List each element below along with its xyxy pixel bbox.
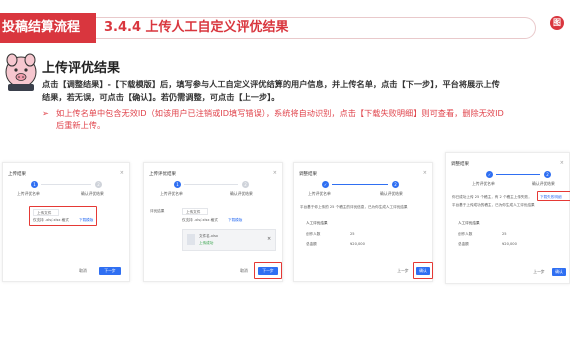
step-connector (496, 174, 540, 175)
step-2-label: 确认评优结果 (81, 191, 104, 196)
confirm-dialog: 调整结果 × ✓ 2 上传评优名单 确认评优结果 平台基于你上传的 25 个稿主… (293, 162, 433, 282)
row-value-count: 25 (502, 232, 507, 236)
step-1-label: 上传评优名单 (472, 181, 495, 186)
row-value-amount: ¥20,000 (502, 242, 517, 246)
confirm-button[interactable]: 确认 (552, 268, 566, 276)
upload-dialog-step1-uploaded: 上传评优结果 × 1 2 上传评优名单 确认评优结果 评优结果 上传文件 仅支持… (143, 162, 283, 282)
prev-button[interactable]: 上一步 (530, 268, 548, 276)
row-label-amount: 总金额 (458, 242, 469, 246)
confirm-dialog-with-failures: 调整结果 × ✓ 2 上传评优名单 确认评优结果 你已成功上传 25 个稿主，有… (445, 152, 570, 284)
step-connector (184, 184, 238, 185)
step-2-label: 确认评优结果 (532, 181, 555, 186)
step-2-dot: 2 (242, 181, 249, 188)
format-hint: 仅支持 .xls/.xlsx 格式 (182, 218, 218, 222)
summary-text: 平台基于你上传的 25 个稿主的评优信息，已为你生成人工评优结果 (300, 205, 408, 209)
section-label: 投稿结算流程 (0, 13, 96, 43)
stepper: 1 2 上传评优名单 确认评优结果 (3, 181, 129, 199)
highlight-box (29, 206, 97, 226)
cancel-button[interactable]: 取消 (236, 267, 252, 275)
instruction-line-2: 结果，若无误，可点击【确认】。若仍需调整，可点击【上一步】。 (42, 92, 280, 102)
step-1-done-icon: ✓ (486, 171, 493, 178)
row-value-amount: ¥20,000 (350, 242, 365, 246)
remove-file-icon[interactable]: × (267, 236, 271, 242)
summary-text: 你已成功上传 25 个稿主，有 2 个稿主上传失败， (452, 195, 532, 199)
upload-label: 上传文件 (186, 210, 201, 214)
upload-file-button[interactable]: 上传文件 (182, 208, 208, 215)
close-icon[interactable]: × (560, 160, 564, 166)
step-1-dot: 1 (174, 181, 181, 188)
mascot-icon (5, 53, 37, 91)
section-heading: 上传评优结果 (42, 61, 121, 76)
result-table-title: 人工评优结果 (306, 221, 328, 225)
brand-logo-icon: 图 (550, 16, 564, 30)
dialog-title: 上传评优结果 (149, 172, 176, 177)
dialog-title: 调整结果 (299, 172, 317, 177)
row-value-count: 25 (350, 232, 355, 236)
step-connector (41, 184, 91, 185)
row-label-count: 创作人数 (458, 232, 473, 236)
highlight-box (413, 262, 433, 279)
step-1-dot: 1 (31, 181, 38, 188)
step-1-label: 上传评优名单 (160, 191, 183, 196)
stepper: ✓ 2 上传评优名单 确认评优结果 (294, 181, 432, 199)
dialog-title: 调整结果 (451, 162, 469, 167)
field-label: 评优结果 (150, 209, 165, 213)
step-1-label: 上传评优名单 (17, 191, 40, 196)
bullet-arrow-icon: ➢ (42, 108, 49, 118)
result-table-title: 人工评优结果 (458, 221, 480, 225)
step-2-dot: 2 (95, 181, 102, 188)
close-icon[interactable]: × (273, 170, 277, 176)
next-button[interactable]: 下一步 (99, 267, 121, 275)
dialog-title: 上传结果 (8, 172, 26, 177)
stepper: 1 2 上传评优名单 确认评优结果 (144, 181, 282, 199)
page-title: 3.4.4 上传人工自定义评优结果 (104, 20, 289, 35)
upload-dialog-step1: 上传结果 × 1 2 上传评优名单 确认评优结果 上传文件 仅支持 .xls/.… (2, 162, 130, 282)
note-line-1: 如上传名单中包含无效ID（如该用户已注销或ID填写错误），系统将自动识别，点击【… (56, 108, 504, 118)
note-line-2: 后重新上传。 (56, 120, 106, 130)
instruction-paragraph: 点击【调整结果】-【下载模版】后，填写参与人工自定义评优结算的用户信息，并上传名… (42, 78, 570, 104)
step-connector (332, 184, 388, 185)
stepper: ✓ 2 上传评优名单 确认评优结果 (446, 171, 569, 189)
highlight-box (254, 262, 282, 279)
file-name: 文件名.xlsx (199, 234, 219, 238)
step-2-label: 确认评优结果 (230, 191, 253, 196)
file-status: 上传成功 (199, 241, 214, 245)
instruction-line-1: 点击【调整结果】-【下载模版】后，填写参与人工自定义评优结算的用户信息，并上传名… (42, 79, 500, 89)
cancel-button[interactable]: 取消 (75, 267, 91, 275)
highlight-box (537, 191, 570, 201)
step-2-dot: 2 (392, 181, 399, 188)
header-bar: 投稿结算流程 3.4.4 上传人工自定义评优结果 (0, 13, 570, 43)
close-icon[interactable]: × (120, 170, 124, 176)
step-1-label: 上传评优名单 (308, 191, 331, 196)
prev-button[interactable]: 上一步 (394, 267, 412, 275)
step-1-done-icon: ✓ (322, 181, 329, 188)
uploaded-file-card: 文件名.xlsx 上传成功 × (182, 229, 276, 251)
file-icon (187, 234, 195, 245)
close-icon[interactable]: × (423, 170, 427, 176)
row-label-count: 创作人数 (306, 232, 321, 236)
row-label-amount: 总金额 (306, 242, 317, 246)
step-2-dot: 2 (544, 171, 551, 178)
download-template-link[interactable]: 下载模版 (228, 218, 242, 223)
summary-text-2: 平台基于上传成功的稿主，已为你生成人工评优结果 (452, 203, 535, 207)
invalid-id-note: ➢ 如上传名单中包含无效ID（如该用户已注销或ID填写错误），系统将自动识别，点击… (42, 107, 570, 131)
step-2-label: 确认评优结果 (380, 191, 403, 196)
